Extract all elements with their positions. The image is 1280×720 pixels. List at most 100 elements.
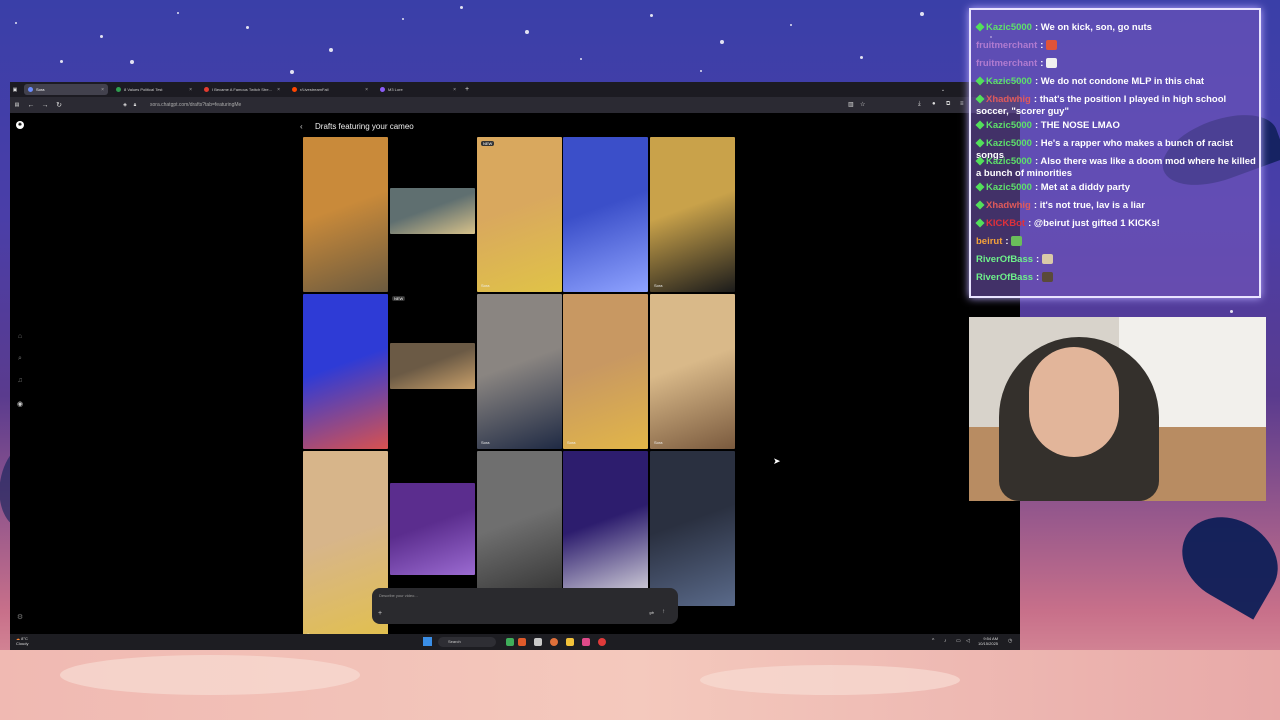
draft-thumbnail[interactable] [303,137,388,292]
volume-icon[interactable]: ◁ [966,638,970,644]
sora-watermark: Sora [481,283,490,288]
network-icon[interactable]: ▭ [956,638,961,644]
chat-username[interactable]: Kazic5000 [986,76,1032,87]
tab-label: Sora [36,87,45,92]
sidebar-toggle-icon[interactable]: ▤ [10,102,24,108]
draft-thumbnail[interactable]: Sora [650,294,735,449]
draft-thumbnail[interactable]: Sora [563,294,648,449]
draft-thumbnail[interactable]: Sora [477,294,562,449]
settings-gear-icon[interactable]: ⚙︎ [16,614,24,622]
add-media-button[interactable]: + [378,610,382,617]
browser-tab[interactable]: Sora × [24,84,108,95]
file-explorer-icon[interactable] [566,638,574,646]
draft-thumbnail[interactable]: NEW [390,343,475,389]
download-icon[interactable]: ⤓ [918,101,921,108]
chat-username[interactable]: Xhadwhig [986,200,1031,211]
chat-username[interactable]: Xhadwhig [986,94,1031,105]
draft-thumbnail[interactable]: NEW Sora [477,137,562,292]
extensions-puzzle-icon[interactable]: ⧉ [946,101,950,108]
chat-message: KICKBot: @beirut just gifted 1 KICKs! [975,218,1258,230]
chat-username[interactable]: RiverOfBass [976,272,1033,283]
reader-view-icon[interactable]: ▥ [848,101,854,108]
taskbar-clock[interactable]: 9:54 AM 10/15/2025 [978,636,998,646]
browser-url-bar: ▤ ← → ↻ ◈ 🔒︎ sora.chatgpt.com/drafts?tab… [10,97,1020,113]
draft-thumbnail[interactable] [650,451,735,606]
chat-username[interactable]: beirut [976,236,1002,247]
star-decoration [15,22,17,24]
taskbar-search[interactable]: Search [438,637,496,647]
bookmark-star-icon[interactable]: ☆ [860,101,865,108]
new-tab-button[interactable]: + [460,86,474,93]
url-field[interactable]: sora.chatgpt.com/drafts?tab=featuringMe [150,102,241,108]
chat-username[interactable]: Kazic5000 [986,22,1032,33]
chat-username[interactable]: Kazic5000 [986,182,1032,193]
microphone-icon[interactable]: ♪ [944,638,947,644]
draft-thumbnail[interactable] [563,137,648,292]
send-button[interactable]: ↑ [662,609,665,615]
tab-list-chevron-icon[interactable]: ⌄ [936,87,950,93]
extension-icon[interactable]: ● [932,101,936,107]
back-icon[interactable]: ← [24,102,38,109]
tab-favicon-icon [292,87,297,92]
chat-username[interactable]: Kazic5000 [986,120,1032,131]
star-decoration [650,14,653,17]
draft-thumbnail[interactable] [477,451,562,606]
settings-sliders-icon[interactable]: ⇌ [649,610,654,617]
taskbar-app-icon[interactable] [506,638,514,646]
taskbar-app-icon[interactable] [518,638,526,646]
star-decoration [525,30,529,34]
taskbar-app-icon[interactable] [534,638,542,646]
tab-close-icon[interactable]: × [189,87,192,93]
chat-message: Kazic5000: Also there was like a doom mo… [975,156,1258,180]
notifications-bell-icon[interactable]: ♫ [16,377,24,385]
notification-icon[interactable]: ◷ [1008,638,1012,644]
browser-tab[interactable]: M3 Lore × [376,84,460,95]
back-arrow-icon[interactable]: ‹ [300,122,303,131]
chat-username[interactable]: RiverOfBass [976,254,1033,265]
chat-text: it's not true, lav is a liar [1039,200,1145,211]
sora-logo-icon[interactable]: ✺ [16,121,24,129]
tray-chevron-icon[interactable]: ^ [932,638,934,644]
tab-overview-icon[interactable]: ▣ [10,87,20,93]
draft-thumbnail[interactable] [303,294,388,449]
prompt-box[interactable]: Describe your video... + ⇌ ↑ [372,588,678,624]
windows-start-icon[interactable] [423,637,432,646]
star-decoration [920,12,924,16]
taskbar-app-icon[interactable] [598,638,606,646]
chat-username[interactable]: KICKBot [986,218,1025,229]
chat-username[interactable]: Kazic5000 [986,138,1032,149]
prompt-input[interactable]: Describe your video... [379,593,418,598]
profile-icon[interactable]: ◉ [16,401,24,409]
home-icon[interactable]: ⌂ [16,333,24,341]
browser-tab[interactable]: r/LivestreamFail × [288,84,372,95]
chat-text: THE NOSE LMAO [1040,120,1120,131]
chat-text: Met at a diddy party [1040,182,1130,193]
reload-icon[interactable]: ↻ [52,101,66,109]
search-icon[interactable]: ⌕ [16,355,24,363]
tab-label: 8 Values Political Test [124,87,163,92]
chat-username[interactable]: fruitmerchant [976,58,1037,69]
lock-icon[interactable]: 🔒︎ [128,102,142,108]
star-decoration [246,26,249,29]
browser-tab[interactable]: 8 Values Political Test × [112,84,196,95]
tab-close-icon[interactable]: × [101,87,104,93]
chat-username[interactable]: fruitmerchant [976,40,1037,51]
firefox-icon[interactable] [550,638,558,646]
draft-thumbnail[interactable] [390,483,475,575]
chat-username[interactable]: Kazic5000 [986,156,1032,167]
tab-close-icon[interactable]: × [453,87,456,93]
draft-thumbnail[interactable] [390,188,475,234]
forward-icon[interactable]: → [38,102,52,109]
taskbar-app-icon[interactable] [582,638,590,646]
menu-icon[interactable]: ≡ [960,101,964,107]
chat-text: We do not condone MLP in this chat [1040,76,1205,87]
tab-close-icon[interactable]: × [277,87,280,93]
tab-close-icon[interactable]: × [365,87,368,93]
draft-thumbnail[interactable]: Sora [650,137,735,292]
browser-tab[interactable]: I Became A Famous Twitch Stre... × [200,84,284,95]
draft-thumbnail[interactable] [563,451,648,606]
chat-badge-icon [975,218,985,229]
weather-widget[interactable]: ☁︎ 8°C Cloudy [16,636,28,646]
star-decoration [720,40,724,44]
chat-separator: : [1036,272,1042,283]
